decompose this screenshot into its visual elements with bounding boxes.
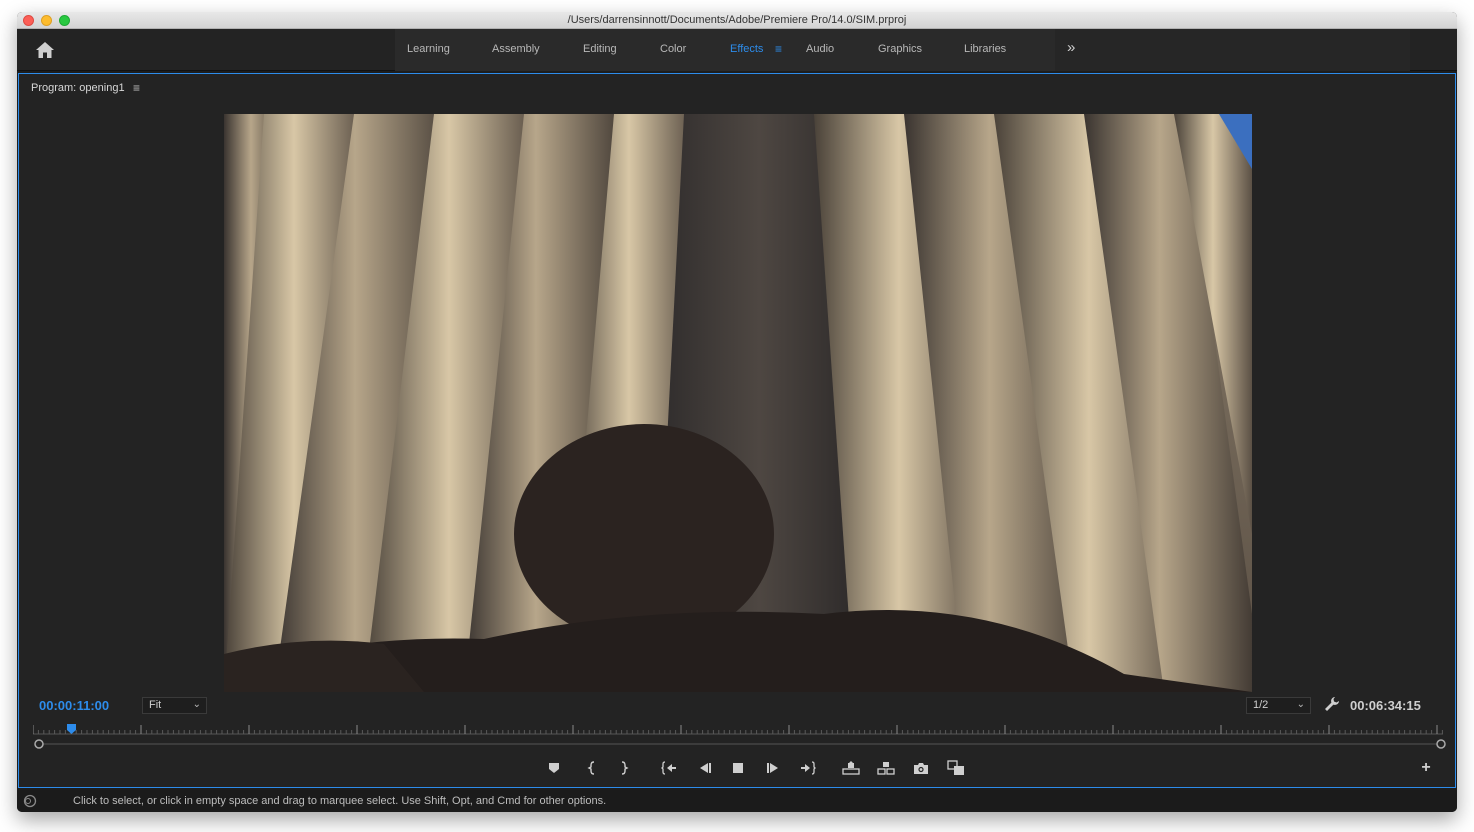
workspace-tab-learning[interactable]: Learning bbox=[407, 43, 450, 55]
comparison-view-icon[interactable] bbox=[945, 757, 967, 779]
workspace-tab-audio[interactable]: Audio bbox=[806, 43, 834, 55]
playback-resolution-select[interactable]: 1/2 ⌄ bbox=[1246, 697, 1311, 714]
workspace-bar: Learning Assembly Editing Color Effects … bbox=[17, 29, 1457, 71]
video-frame[interactable] bbox=[224, 114, 1252, 692]
resolution-value: 1/2 bbox=[1253, 699, 1269, 711]
go-to-out-icon[interactable] bbox=[797, 757, 819, 779]
zoom-level-value: Fit bbox=[149, 699, 162, 711]
status-bar: Click to select, or click in empty space… bbox=[17, 790, 1457, 812]
mark-out-icon[interactable] bbox=[613, 757, 635, 779]
lift-icon[interactable] bbox=[840, 757, 862, 779]
panel-title[interactable]: Program: opening1 bbox=[31, 82, 125, 94]
workspace-tab-effects[interactable]: Effects bbox=[730, 43, 763, 55]
zoom-scroll-bar[interactable] bbox=[33, 738, 1447, 750]
wrench-icon[interactable] bbox=[1324, 696, 1340, 712]
add-button-icon[interactable]: + bbox=[1415, 757, 1437, 779]
window-title: /Users/darrensinnott/Documents/Adobe/Pre… bbox=[567, 14, 907, 26]
workspace-tab-color[interactable]: Color bbox=[660, 43, 686, 55]
extract-icon[interactable] bbox=[875, 757, 897, 779]
app-window: /Users/darrensinnott/Documents/Adobe/Pre… bbox=[17, 12, 1457, 812]
marker-icon[interactable] bbox=[543, 757, 565, 779]
go-to-in-icon[interactable] bbox=[658, 757, 680, 779]
panel-menu-icon[interactable]: ≡ bbox=[133, 81, 140, 95]
workspace-tab-graphics[interactable]: Graphics bbox=[878, 43, 922, 55]
step-back-icon[interactable] bbox=[693, 757, 715, 779]
status-message: Click to select, or click in empty space… bbox=[73, 795, 607, 807]
chevron-down-icon: ⌄ bbox=[192, 699, 201, 710]
stop-icon[interactable] bbox=[727, 757, 749, 779]
video-frame-image bbox=[224, 114, 1252, 692]
zoom-start-handle bbox=[34, 739, 44, 749]
camera-icon[interactable] bbox=[910, 757, 932, 779]
status-indicator-icon bbox=[23, 794, 37, 808]
time-ruler[interactable] bbox=[33, 722, 1443, 736]
workspace-tab-libraries[interactable]: Libraries bbox=[964, 43, 1006, 55]
chevron-down-icon: ⌄ bbox=[1296, 699, 1305, 710]
more-workspaces-icon[interactable]: » bbox=[1067, 39, 1075, 56]
duration-timecode: 00:06:34:15 bbox=[1350, 698, 1421, 713]
zoom-level-select[interactable]: Fit ⌄ bbox=[142, 697, 207, 714]
workspace-spacer bbox=[1055, 29, 1410, 71]
current-timecode[interactable]: 00:00:11:00 bbox=[39, 698, 109, 713]
step-forward-icon[interactable] bbox=[763, 757, 785, 779]
title-bar: /Users/darrensinnott/Documents/Adobe/Pre… bbox=[17, 12, 1457, 29]
transport-controls: + bbox=[19, 757, 1457, 781]
program-monitor-panel: Program: opening1 ≡ 00:00:11:00 Fit ⌄ 1/… bbox=[18, 73, 1456, 788]
workspace-tab-editing[interactable]: Editing bbox=[583, 43, 617, 55]
workspace-tab-assembly[interactable]: Assembly bbox=[492, 43, 540, 55]
workspace-menu-icon[interactable]: ≡ bbox=[775, 42, 782, 56]
zoom-end-handle bbox=[1436, 739, 1446, 749]
home-icon[interactable] bbox=[35, 41, 55, 59]
mark-in-icon[interactable] bbox=[581, 757, 603, 779]
